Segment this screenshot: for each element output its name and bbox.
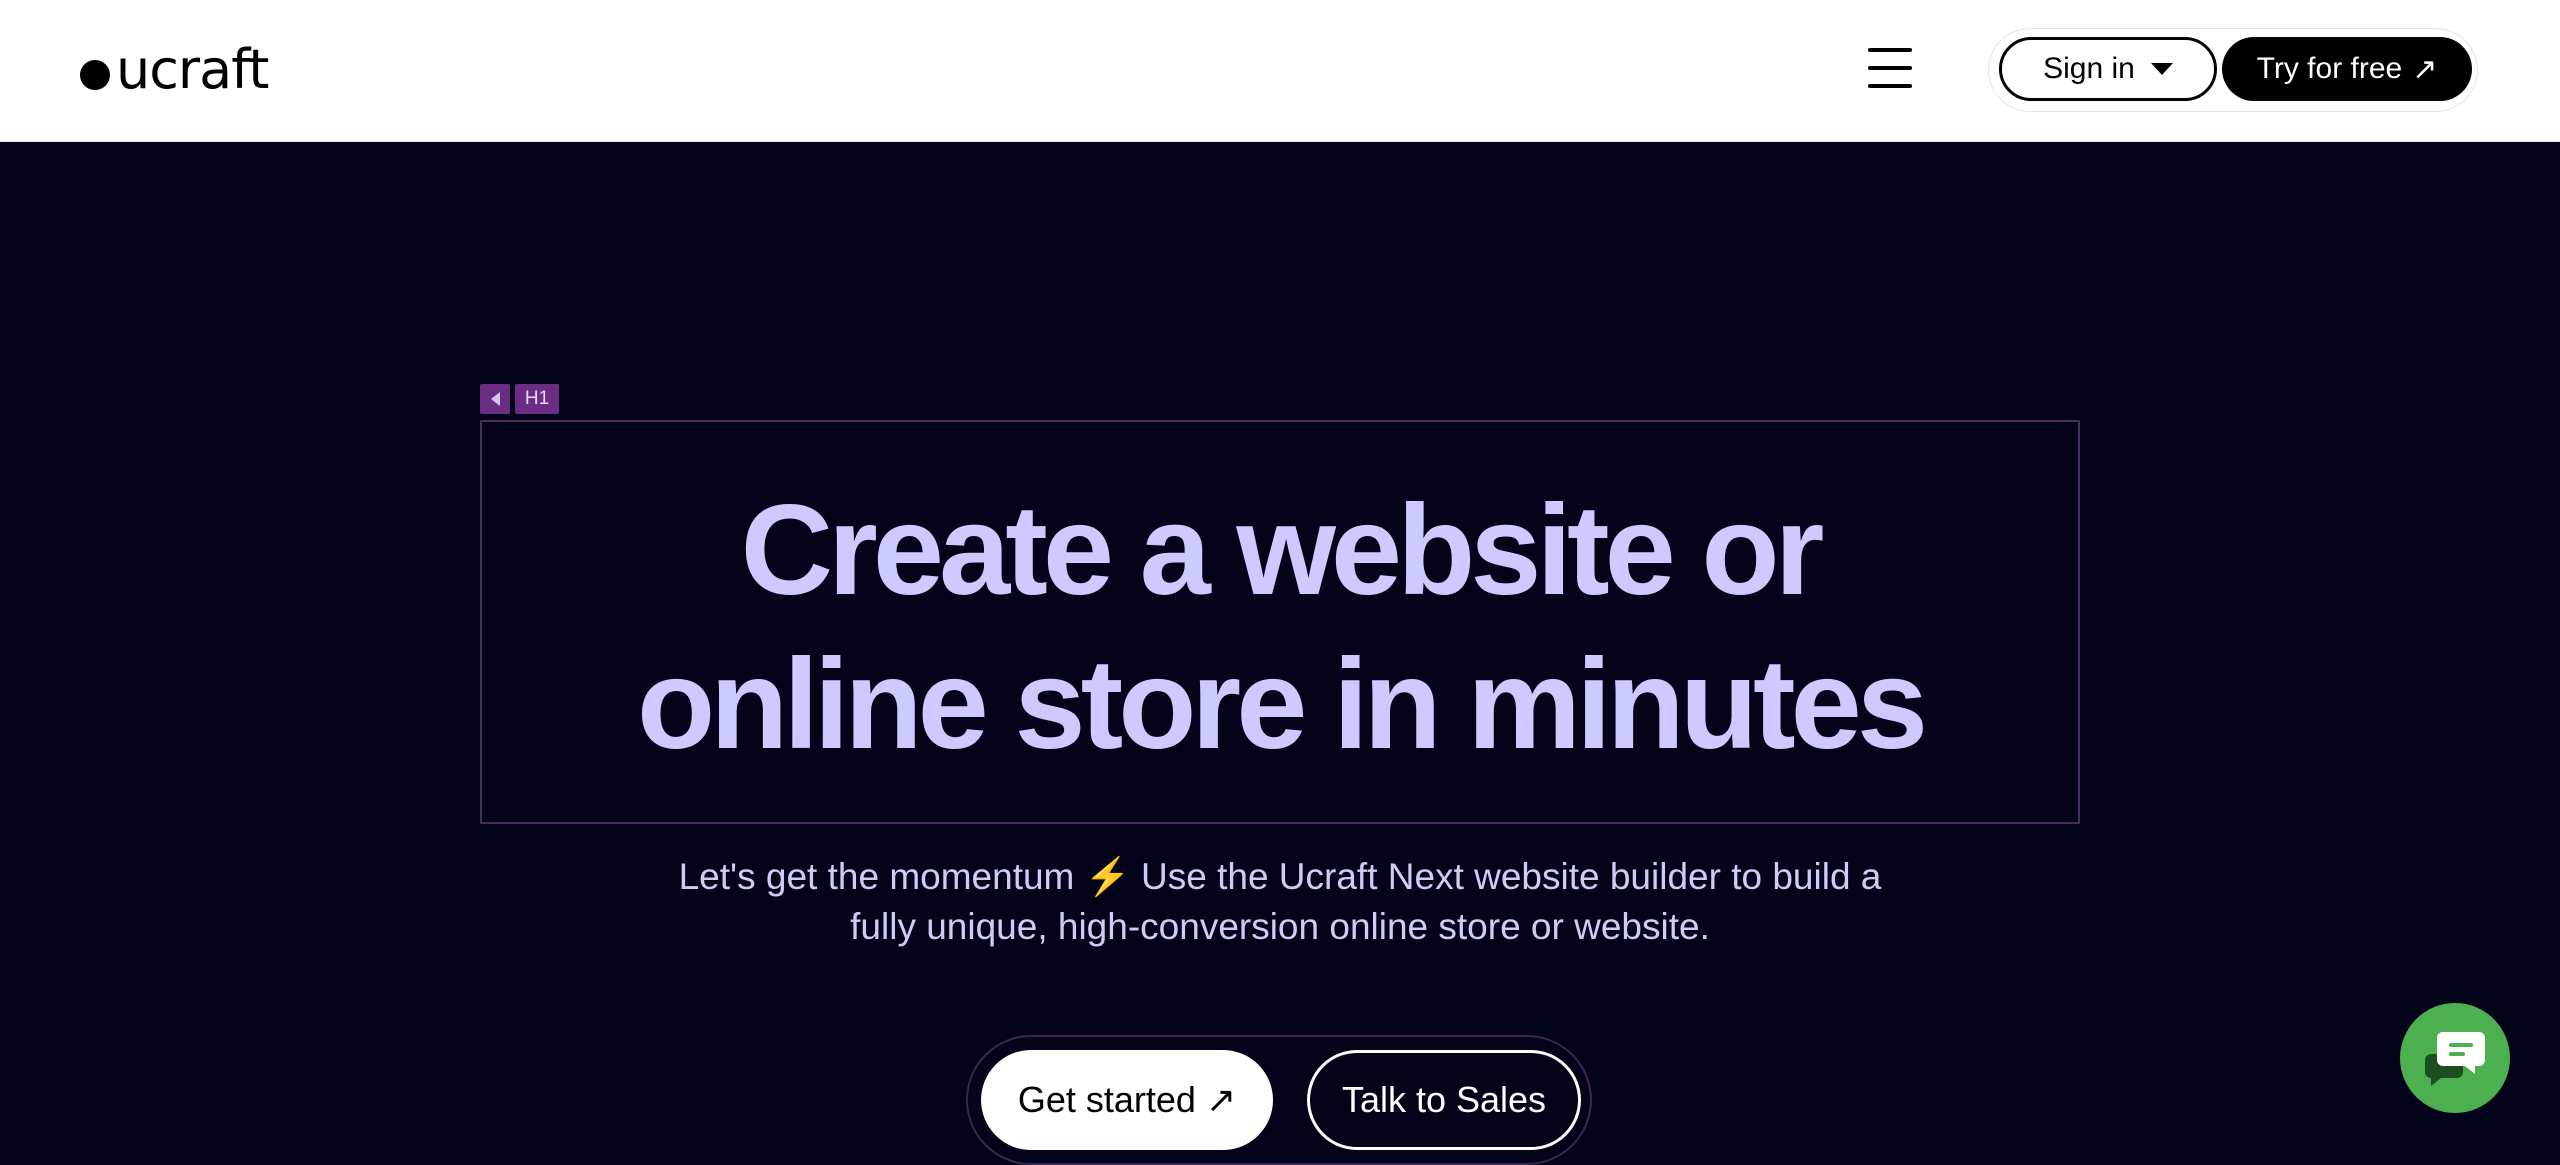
try-for-free-button[interactable]: Try for free ↗	[2222, 37, 2472, 101]
hero-headline: Create a website or online store in minu…	[482, 474, 2078, 782]
menu-line	[1868, 66, 1912, 70]
auth-button-group: Sign in Try for free ↗	[1988, 28, 2478, 112]
h1-tag-label: H1	[515, 384, 559, 414]
talk-to-sales-label: Talk to Sales	[1341, 1079, 1547, 1120]
subtext-line-2: fully unique, high-conversion online sto…	[850, 906, 1710, 947]
logo-dot-icon	[80, 60, 110, 90]
get-started-label: Get started	[1017, 1079, 1196, 1120]
menu-line	[1868, 48, 1912, 52]
talk-to-sales-button[interactable]: Talk to Sales	[1307, 1050, 1581, 1150]
headline-selection-box: Create a website or online store in minu…	[480, 420, 2080, 824]
subtext-line-1: Let's get the momentum ⚡ Use the Ucraft …	[678, 856, 1882, 897]
try-for-free-label: Try for free	[2256, 52, 2403, 85]
cta-button-group: Get started ↗ Talk to Sales	[966, 1035, 1592, 1165]
ucraft-logo[interactable]: ucraft	[80, 38, 269, 101]
caret-down-icon	[2150, 63, 2173, 75]
h1-editor-tag: H1	[480, 384, 559, 414]
hamburger-menu-button[interactable]	[1868, 48, 1912, 88]
headline-line-2: online store in minutes	[636, 633, 1928, 776]
logo-text: ucraft	[116, 38, 269, 101]
sign-in-label: Sign in	[2043, 52, 2135, 85]
arrow-up-right-icon: ↗	[2412, 52, 2438, 86]
get-started-button[interactable]: Get started ↗	[981, 1050, 1273, 1150]
menu-line	[1868, 84, 1912, 88]
arrow-up-right-icon: ↗	[1205, 1079, 1237, 1120]
site-header: ucraft Sign in Try for free ↗	[0, 0, 2560, 142]
collapse-arrow-icon[interactable]	[480, 384, 510, 414]
chat-widget-button[interactable]	[2400, 1003, 2510, 1113]
hero-subtext: Let's get the momentum ⚡ Use the Ucraft …	[580, 852, 1980, 952]
chat-bubble-icon	[2425, 1032, 2485, 1086]
lightning-bolt-icon: ⚡	[1084, 856, 1131, 897]
headline-line-1: Create a website or	[740, 479, 1825, 622]
sign-in-button[interactable]: Sign in	[1999, 37, 2217, 101]
